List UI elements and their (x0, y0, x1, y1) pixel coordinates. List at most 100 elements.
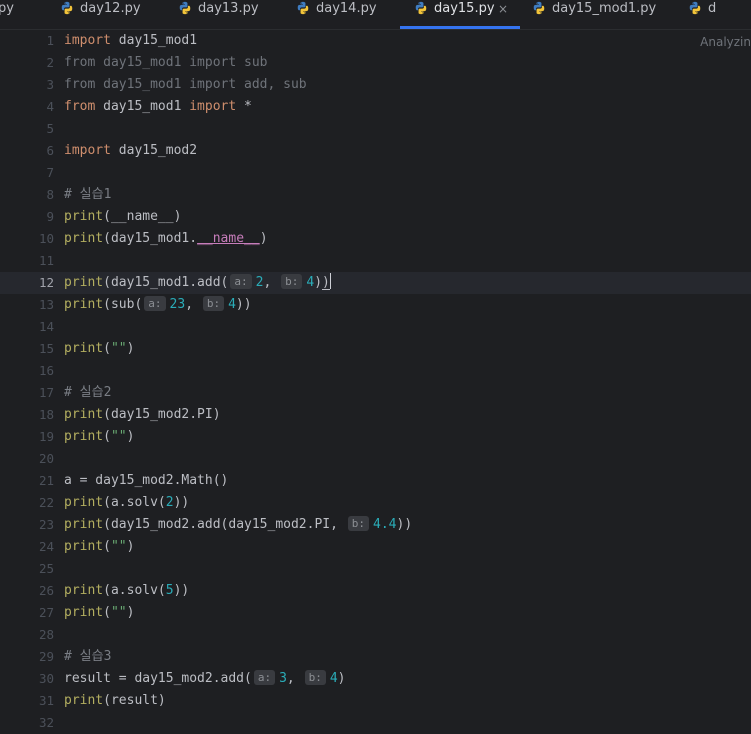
code-token: ) (337, 671, 346, 686)
code-line[interactable]: 17 # 실습2 (0, 382, 751, 404)
code-editor[interactable]: 1 import day15_mod1 2 from day15_mod1 impor… (0, 30, 751, 730)
python-file-icon (61, 1, 73, 15)
code-token: (day15_mod2.add(day15_mod2.PI, (103, 517, 346, 532)
code-text: print("") (64, 426, 134, 448)
code-line[interactable]: 32 (0, 712, 751, 734)
parameter-hint: a: (253, 670, 276, 685)
code-line[interactable]: 8 # 실습1 (0, 184, 751, 206)
parameter-hint: b: (347, 516, 370, 531)
code-line[interactable]: 29 # 실습3 (0, 646, 751, 668)
code-line[interactable]: 2 from day15_mod1 import sub (0, 52, 751, 74)
line-number: 7 (46, 165, 54, 180)
code-line[interactable]: 14 (0, 316, 751, 338)
code-line[interactable]: 1 import day15_mod1 (0, 30, 751, 52)
code-token: , (263, 275, 280, 290)
code-token: , (286, 671, 303, 686)
parameter-hint: b: (304, 670, 326, 685)
code-text: print("") (64, 602, 134, 624)
tab-day15-py[interactable]: day15.py × (400, 0, 520, 29)
python-file-icon (297, 1, 309, 15)
code-line[interactable]: 23 print(day15_mod2.add(day15_mod2.PI, b:… (0, 514, 751, 536)
code-text: print(sub(a: 23, b: 4)) (64, 294, 252, 316)
code-line[interactable]: 6 import day15_mod2 (0, 140, 751, 162)
python-file-icon (179, 1, 191, 15)
code-text: print(day15_mod2.PI) (64, 404, 221, 426)
code-token: day15_mod2 (110, 143, 198, 158)
code-token: )) (173, 583, 190, 598)
line-number: 5 (46, 121, 54, 136)
code-line[interactable]: 4 from day15_mod1 import * (0, 96, 751, 118)
python-file-icon (533, 1, 545, 15)
code-token: print (64, 495, 104, 510)
text-caret (329, 273, 331, 289)
code-token: print (64, 583, 104, 598)
code-text: a = day15_mod2.Math() (64, 470, 228, 492)
code-token: ) (126, 605, 135, 620)
code-token: print (64, 209, 104, 224)
line-number: 15 (38, 341, 54, 356)
parameter-hint: a: (144, 296, 166, 311)
code-line[interactable]: 24 print("") (0, 536, 751, 558)
code-token: # 실습3 (64, 649, 112, 664)
line-number: 22 (38, 495, 54, 510)
code-line[interactable]: 26 print(a.solv(5)) (0, 580, 751, 602)
code-token: 4 (306, 275, 315, 290)
code-line[interactable]: 22 print(a.solv(2)) (0, 492, 751, 514)
line-number: 3 (46, 77, 54, 92)
line-number: 9 (46, 209, 54, 224)
code-line[interactable]: 5 (0, 118, 751, 140)
code-token: __name__ (197, 231, 260, 246)
tab-label: day15_mod1.py (552, 1, 657, 16)
code-token: 5 (165, 583, 174, 598)
code-line[interactable]: 16 (0, 360, 751, 382)
code-line[interactable]: 10 print(day15_mod1.__name__) (0, 228, 751, 250)
code-text: print(__name__) (64, 206, 181, 228)
code-line[interactable]: 15 print("") (0, 338, 751, 360)
code-token: "" (110, 341, 127, 356)
code-line[interactable]: 31 print(result) (0, 690, 751, 712)
line-number: 27 (38, 605, 54, 620)
code-token: 4 (228, 297, 236, 312)
code-token: 23 (169, 297, 186, 312)
code-token: (day15_mod2.PI) (103, 407, 221, 422)
code-line[interactable]: 11 (0, 250, 751, 272)
code-token: day15_mod1 (110, 33, 198, 48)
code-line[interactable]: 21 a = day15_mod2.Math() (0, 470, 751, 492)
editor-tab-bar: pyday12.pyday13.pyday14.pyday15.py×day15… (0, 0, 751, 30)
code-line[interactable]: 30 result = day15_mod2.add(a: 3, b: 4) (0, 668, 751, 690)
code-text: print(result) (64, 690, 166, 712)
code-text: from day15_mod1 import add, sub (64, 74, 307, 96)
line-number: 25 (38, 561, 54, 576)
code-text: print("") (64, 536, 134, 558)
code-line[interactable]: 20 (0, 448, 751, 470)
close-tab-icon[interactable]: × (498, 0, 508, 18)
code-text: print(a.solv(5)) (64, 580, 189, 602)
tab-label: d (708, 1, 717, 16)
code-line[interactable]: 9 print(__name__) (0, 206, 751, 228)
code-line[interactable]: 28 (0, 624, 751, 646)
line-number: 17 (38, 385, 54, 400)
code-line[interactable]: 13 print(sub(a: 23, b: 4)) (0, 294, 751, 316)
line-number: 24 (38, 539, 54, 554)
code-token: print (64, 297, 104, 312)
code-token: ) (126, 341, 135, 356)
code-line[interactable]: 25 (0, 558, 751, 580)
tab-label: day15.py (434, 1, 495, 16)
code-token: print (64, 517, 104, 532)
line-number: 31 (38, 693, 54, 708)
code-line[interactable]: 3 from day15_mod1 import add, sub (0, 74, 751, 96)
code-token: ) (126, 539, 135, 554)
code-text: print(day15_mod1.__name__) (64, 228, 268, 250)
code-line[interactable]: 27 print("") (0, 602, 751, 624)
code-token: from (64, 99, 96, 114)
code-token: import (189, 99, 237, 114)
code-line[interactable]: 12 print(day15_mod1.add(a: 2, b: 4)) (0, 272, 751, 294)
code-line[interactable]: 18 print(day15_mod2.PI) (0, 404, 751, 426)
code-token: import (64, 143, 111, 158)
code-line[interactable]: 19 print("") (0, 426, 751, 448)
line-number: 4 (46, 99, 54, 114)
code-token: print (64, 693, 104, 708)
code-line[interactable]: 7 (0, 162, 751, 184)
code-token: day15_mod1 (95, 99, 190, 114)
code-token: "" (110, 605, 127, 620)
